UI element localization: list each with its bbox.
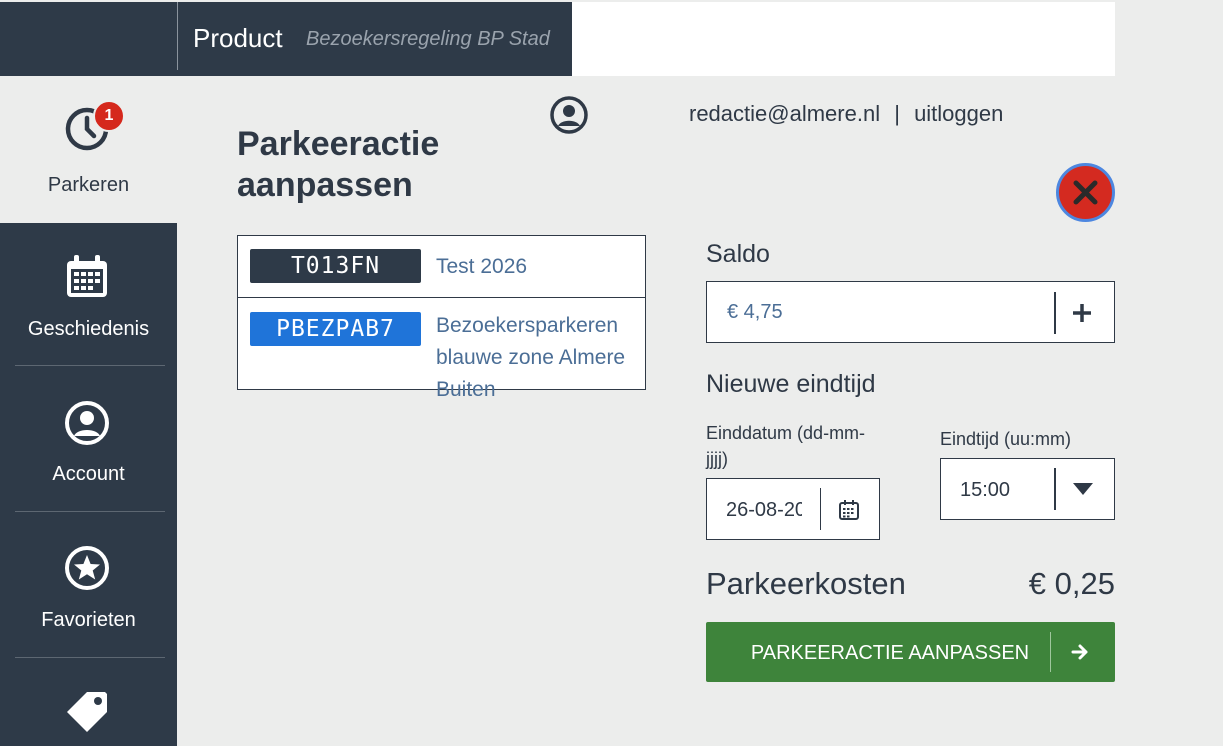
list-item[interactable]: T013FN Test 2026	[238, 236, 645, 298]
cost-value: € 0,25	[1028, 566, 1115, 601]
calendar-icon[interactable]	[838, 499, 860, 521]
submit-label: PARKEERACTIE AANPASSEN	[750, 642, 1030, 664]
plus-icon[interactable]	[1071, 302, 1093, 324]
sidebar-item-label: Parkeren	[47, 174, 130, 196]
sidebar-item-label: Geschiedenis	[27, 318, 150, 340]
sidebar-item-tag[interactable]	[0, 658, 177, 746]
time-value: 15:00	[960, 479, 1011, 501]
tag-icon	[67, 692, 107, 732]
sidebar: Parkeren Geschiedenis Account Favorieten	[0, 77, 177, 746]
license-plate: T013FN	[250, 249, 421, 283]
saldo-value: € 4,75	[727, 301, 783, 323]
user-menu-separator: |	[894, 101, 900, 126]
sidebar-item-label: Favorieten	[41, 609, 136, 631]
date-value: 26-08-2026	[726, 499, 802, 521]
user-email: redactie@almere.nl	[689, 101, 881, 126]
vehicle-name: Test 2026	[436, 255, 528, 278]
sidebar-item-favorieten[interactable]: Favorieten	[0, 512, 177, 657]
button-divider	[1050, 632, 1051, 672]
sidebar-item-parkeren[interactable]: Parkeren	[0, 77, 177, 223]
license-plate: PBEZPAB7	[250, 312, 421, 346]
user-icon[interactable]	[549, 95, 589, 135]
time-select[interactable]: 15:00	[940, 458, 1115, 520]
user-circle-icon	[65, 401, 109, 445]
vehicle-name: Bezoekersparkeren blauwe zone Almere Bui…	[436, 314, 626, 401]
saldo-field: € 4,75	[706, 281, 1115, 343]
cost-label: Parkeerkosten	[706, 566, 906, 601]
top-bar-white-area	[572, 2, 1115, 76]
new-end-label: Nieuwe eindtijd	[706, 370, 876, 398]
sidebar-item-label: Account	[52, 463, 125, 485]
top-bar-divider	[177, 2, 178, 70]
chevron-down-icon	[1073, 483, 1093, 495]
sidebar-item-geschiedenis[interactable]: Geschiedenis	[0, 223, 177, 365]
arrow-right-icon	[1071, 644, 1088, 660]
saldo-label: Saldo	[706, 240, 770, 268]
close-button[interactable]	[1056, 163, 1115, 222]
star-icon	[65, 546, 109, 590]
logout-link[interactable]: uitloggen	[914, 101, 1003, 126]
calendar-icon	[67, 255, 107, 297]
field-divider	[820, 488, 821, 530]
date-label: Einddatum (dd-mm-jjjj)	[706, 423, 866, 469]
user-menu: redactie@almere.nl | uitloggen	[689, 101, 1003, 127]
product-subtitle: Bezoekersregeling BP Stad	[306, 28, 550, 50]
submit-button[interactable]: PARKEERACTIE AANPASSEN	[706, 622, 1115, 682]
field-divider	[1054, 468, 1056, 510]
field-divider	[1054, 292, 1056, 334]
sidebar-item-account[interactable]: Account	[0, 366, 177, 511]
list-item[interactable]: PBEZPAB7 Bezoekersparkeren blauwe zone A…	[238, 298, 645, 401]
vehicle-list: T013FN Test 2026 PBEZPAB7 Bezoekersparke…	[237, 235, 646, 401]
time-label: Eindtijd (uu:mm)	[940, 429, 1072, 449]
date-field[interactable]: 26-08-2026	[706, 478, 880, 540]
product-title: Product	[193, 23, 283, 53]
close-icon	[1073, 180, 1098, 205]
page-title: Parkeeractie aanpassen	[237, 125, 440, 204]
notification-badge: 1	[93, 100, 125, 132]
